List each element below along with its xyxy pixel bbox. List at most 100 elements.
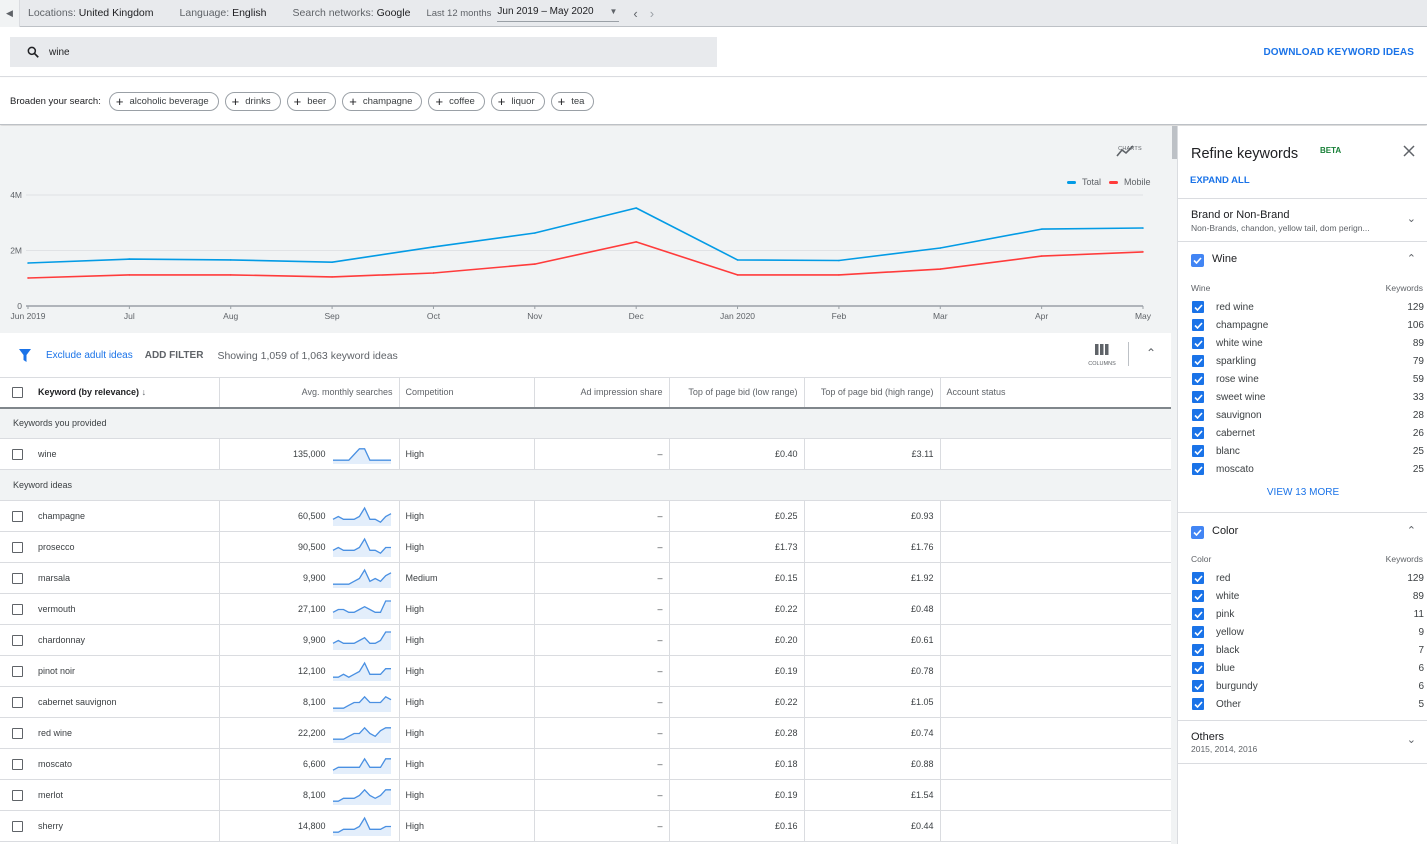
row-checkbox-cell[interactable] xyxy=(0,655,32,687)
refine-option[interactable]: sauvignon 28 xyxy=(1192,409,1424,421)
row-checkbox-cell[interactable] xyxy=(0,562,32,594)
date-range-dropdown[interactable]: Jun 2019 – May 2020 ▼ xyxy=(497,4,620,22)
keyword-row[interactable]: merlot 8,100 High – £0.19 £1.54 xyxy=(0,779,1171,811)
option-checkbox[interactable] xyxy=(1192,463,1204,475)
broaden-chip[interactable]: + beer xyxy=(286,91,337,111)
broaden-chip[interactable]: + coffee xyxy=(428,91,485,111)
row-checkbox[interactable] xyxy=(12,634,23,646)
option-checkbox[interactable] xyxy=(1192,409,1204,421)
collapse-chevron-up-icon[interactable]: ⌃ xyxy=(1146,346,1156,360)
row-checkbox[interactable] xyxy=(12,665,23,677)
option-checkbox[interactable] xyxy=(1192,644,1204,656)
refine-option[interactable]: cabernet 26 xyxy=(1192,427,1424,439)
row-checkbox[interactable] xyxy=(12,789,23,801)
header-competition[interactable]: Competition xyxy=(399,377,535,409)
row-checkbox-cell[interactable] xyxy=(0,810,32,842)
keyword-row[interactable]: red wine 22,200 High – £0.28 £0.74 xyxy=(0,717,1171,749)
view-more-button[interactable]: VIEW 13 MORE xyxy=(1178,487,1427,498)
add-filter-button[interactable]: ADD FILTER xyxy=(145,350,204,361)
refine-option[interactable]: black 7 xyxy=(1192,644,1424,656)
exclude-adult-ideas-filter[interactable]: Exclude adult ideas xyxy=(46,350,133,361)
header-bid-low[interactable]: Top of page bid (low range) xyxy=(669,377,805,409)
broaden-chip[interactable]: + champagne xyxy=(342,91,423,111)
row-checkbox[interactable] xyxy=(12,510,23,522)
others-section[interactable]: Others 2015, 2014, 2016 ⌄ xyxy=(1178,720,1427,764)
refine-option[interactable]: sparkling 79 xyxy=(1192,355,1424,367)
option-checkbox[interactable] xyxy=(1192,337,1204,349)
refine-option[interactable]: Other 5 xyxy=(1192,698,1424,710)
broaden-chip[interactable]: + tea xyxy=(550,91,595,111)
chevron-up-icon[interactable]: ⌃ xyxy=(1407,252,1416,265)
header-ad-impression-share[interactable]: Ad impression share xyxy=(534,377,670,409)
broaden-chip[interactable]: + liquor xyxy=(490,91,545,111)
row-checkbox[interactable] xyxy=(12,603,23,615)
row-checkbox-cell[interactable] xyxy=(0,438,32,470)
option-checkbox[interactable] xyxy=(1192,698,1204,710)
row-checkbox[interactable] xyxy=(12,448,23,460)
option-checkbox[interactable] xyxy=(1192,662,1204,674)
chevron-down-icon[interactable]: ⌄ xyxy=(1407,212,1416,225)
option-checkbox[interactable] xyxy=(1192,680,1204,692)
keyword-row[interactable]: sherry 14,800 High – £0.16 £0.44 xyxy=(0,810,1171,842)
wine-section-checkbox[interactable] xyxy=(1191,254,1204,267)
previous-period-icon[interactable]: ‹ xyxy=(633,6,637,21)
keyword-search-input[interactable]: wine xyxy=(10,37,717,67)
chevron-up-icon[interactable]: ⌃ xyxy=(1407,524,1416,537)
option-checkbox[interactable] xyxy=(1192,373,1204,385)
option-checkbox[interactable] xyxy=(1192,590,1204,602)
row-checkbox-cell[interactable] xyxy=(0,717,32,749)
color-section-checkbox[interactable] xyxy=(1191,526,1204,539)
keyword-row[interactable]: prosecco 90,500 High – £1.73 £1.76 xyxy=(0,531,1171,563)
header-bid-high[interactable]: Top of page bid (high range) xyxy=(804,377,941,409)
keyword-row[interactable]: vermouth 27,100 High – £0.22 £0.48 xyxy=(0,593,1171,625)
row-checkbox-cell[interactable] xyxy=(0,531,32,563)
charts-button[interactable]: CHARTS xyxy=(1116,144,1144,157)
row-checkbox[interactable] xyxy=(12,820,23,832)
legend-item-mobile[interactable]: Mobile xyxy=(1109,177,1151,187)
keyword-row[interactable]: moscato 6,600 High – £0.18 £0.88 xyxy=(0,748,1171,780)
refine-option[interactable]: champagne 106 xyxy=(1192,319,1424,331)
columns-button[interactable]: COLUMNS xyxy=(1086,344,1118,367)
next-period-icon[interactable]: › xyxy=(650,6,654,21)
refine-option[interactable]: pink 11 xyxy=(1192,608,1424,620)
select-all-checkbox-cell[interactable] xyxy=(0,377,32,409)
row-checkbox-cell[interactable] xyxy=(0,686,32,718)
option-checkbox[interactable] xyxy=(1192,319,1204,331)
option-checkbox[interactable] xyxy=(1192,391,1204,403)
option-checkbox[interactable] xyxy=(1192,572,1204,584)
option-checkbox[interactable] xyxy=(1192,427,1204,439)
keyword-row[interactable]: wine 135,000 High – £0.40 £3.11 xyxy=(0,438,1171,470)
keyword-row[interactable]: marsala 9,900 Medium – £0.15 £1.92 xyxy=(0,562,1171,594)
select-all-checkbox[interactable] xyxy=(12,386,23,398)
refine-option[interactable]: red 129 xyxy=(1192,572,1424,584)
expand-all-button[interactable]: EXPAND ALL xyxy=(1190,175,1250,186)
refine-option[interactable]: rose wine 59 xyxy=(1192,373,1424,385)
row-checkbox-cell[interactable] xyxy=(0,748,32,780)
language-setting[interactable]: Language: English xyxy=(180,7,267,19)
refine-option[interactable]: yellow 9 xyxy=(1192,626,1424,638)
row-checkbox[interactable] xyxy=(12,727,23,739)
keyword-row[interactable]: champagne 60,500 High – £0.25 £0.93 xyxy=(0,500,1171,532)
keyword-row[interactable]: cabernet sauvignon 8,100 High – £0.22 £1… xyxy=(0,686,1171,718)
refine-option[interactable]: red wine 129 xyxy=(1192,301,1424,313)
refine-option[interactable]: white 89 xyxy=(1192,590,1424,602)
header-avg-monthly-searches[interactable]: Avg. monthly searches xyxy=(219,377,400,409)
option-checkbox[interactable] xyxy=(1192,355,1204,367)
download-keyword-ideas-button[interactable]: DOWNLOAD KEYWORD IDEAS xyxy=(1263,47,1414,58)
header-keyword[interactable]: Keyword (by relevance) ↓ xyxy=(32,377,220,409)
row-checkbox-cell[interactable] xyxy=(0,624,32,656)
refine-option[interactable]: white wine 89 xyxy=(1192,337,1424,349)
refine-option[interactable]: sweet wine 33 xyxy=(1192,391,1424,403)
brand-section[interactable]: Brand or Non-Brand Non-Brands, chandon, … xyxy=(1178,198,1427,241)
row-checkbox-cell[interactable] xyxy=(0,779,32,811)
header-account-status[interactable]: Account status xyxy=(940,377,1171,409)
back-button[interactable]: ◀ xyxy=(0,0,20,27)
row-checkbox-cell[interactable] xyxy=(0,593,32,625)
option-checkbox[interactable] xyxy=(1192,608,1204,620)
option-checkbox[interactable] xyxy=(1192,626,1204,638)
row-checkbox[interactable] xyxy=(12,696,23,708)
row-checkbox[interactable] xyxy=(12,572,23,584)
legend-item-total[interactable]: Total xyxy=(1067,177,1101,187)
filter-icon[interactable] xyxy=(19,349,31,362)
refine-option[interactable]: blanc 25 xyxy=(1192,445,1424,457)
